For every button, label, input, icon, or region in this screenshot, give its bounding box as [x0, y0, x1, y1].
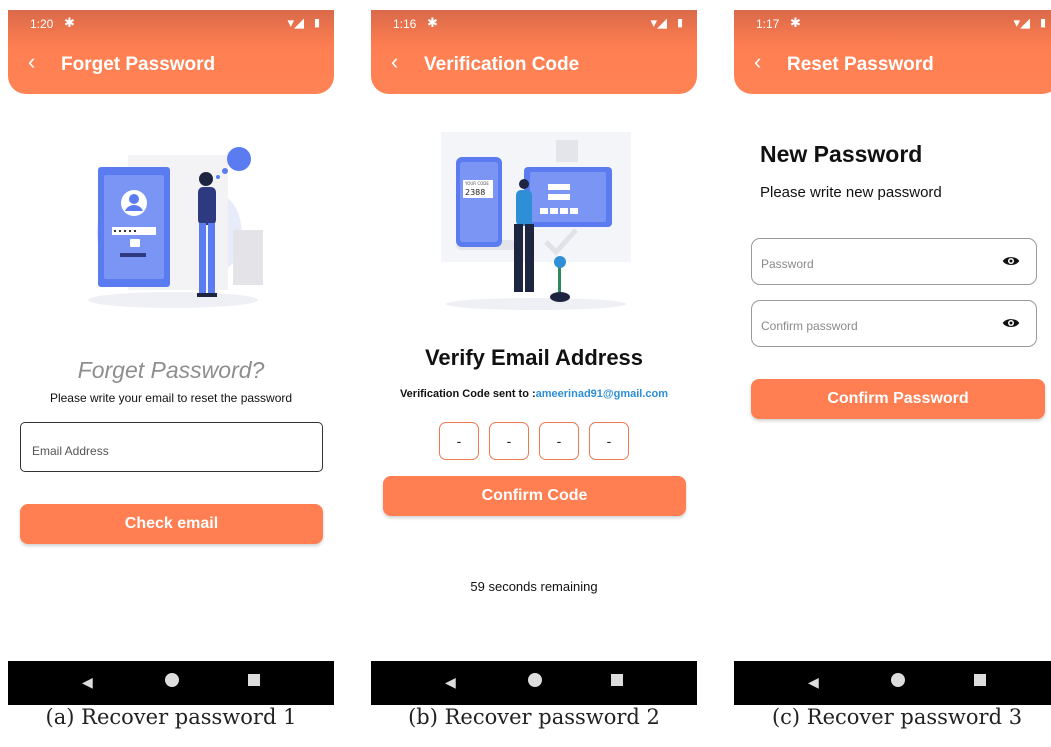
code-digit-2[interactable]: - [489, 422, 529, 460]
nav-recents-icon[interactable] [974, 674, 986, 686]
sent-to-email: ameerinad91@gmail.com [535, 388, 669, 400]
screen-forget-password: 1:20 ✱ ▾◢ ▮ ‹ Forget Password Forget Pas… [8, 10, 334, 705]
eye-icon[interactable] [1002, 316, 1020, 330]
instruction-text: Please write your email to reset the pas… [49, 391, 293, 405]
nav-back-icon[interactable]: ◀ [82, 674, 93, 691]
nav-back-icon[interactable]: ◀ [445, 674, 456, 691]
forget-password-illustration [88, 147, 263, 308]
back-arrow-icon[interactable]: ‹ [754, 51, 761, 73]
code-digit-1[interactable]: - [439, 422, 479, 460]
gear-icon: ✱ [790, 15, 801, 30]
status-time: 1:20 [30, 17, 54, 31]
code-digit-3[interactable]: - [539, 422, 579, 460]
caption-c: (c) Recover password 3 [771, 705, 1023, 729]
email-placeholder: Email Address [32, 444, 109, 458]
android-nav-bar: ◀ [734, 661, 1051, 705]
check-email-button[interactable]: Check email [20, 504, 323, 544]
status-bar: 1:16 ✱ ▾◢ ▮ [371, 10, 697, 36]
email-field[interactable]: Email Address [20, 422, 323, 472]
gear-icon: ✱ [427, 15, 438, 30]
battery-icon: ▮ [313, 17, 320, 29]
battery-icon: ▮ [1039, 17, 1046, 29]
screen-reset-password: 1:17 ✱ ▾◢ ▮ ‹ Reset Password New Passwor… [734, 10, 1051, 705]
back-arrow-icon[interactable]: ‹ [391, 51, 398, 73]
status-bar: 1:17 ✱ ▾◢ ▮ [734, 10, 1051, 36]
wifi-signal-icon: ▾◢ [650, 15, 667, 30]
header-title: Reset Password [787, 54, 934, 75]
app-header: 1:20 ✱ ▾◢ ▮ ‹ Forget Password [8, 10, 334, 94]
confirm-password-button[interactable]: Confirm Password [751, 379, 1045, 419]
caption-a: (a) Recover password 1 [45, 705, 297, 729]
caption-b: (b) Recover password 2 [408, 705, 660, 729]
nav-home-icon[interactable] [165, 673, 179, 687]
status-time: 1:17 [756, 17, 780, 31]
verification-sent-text: Verification Code sent to :ameerinad91@g… [371, 388, 697, 400]
question-title: Forget Password? [77, 357, 265, 383]
nav-home-icon[interactable] [891, 673, 905, 687]
app-header: 1:16 ✱ ▾◢ ▮ ‹ Verification Code [371, 10, 697, 94]
status-time: 1:16 [393, 17, 417, 31]
wifi-signal-icon: ▾◢ [287, 15, 304, 30]
gear-icon: ✱ [64, 15, 75, 30]
app-header: 1:17 ✱ ▾◢ ▮ ‹ Reset Password [734, 10, 1051, 94]
android-nav-bar: ◀ [371, 661, 697, 705]
countdown-timer: 59 seconds remaining [470, 579, 598, 594]
wifi-signal-icon: ▾◢ [1013, 15, 1030, 30]
new-password-title: New Password [760, 141, 923, 167]
screen-verification-code: 1:16 ✱ ▾◢ ▮ ‹ Verification Code YOUR COD… [371, 10, 697, 705]
illustration-code-label: YOUR CODE [464, 181, 489, 186]
password-placeholder: Password [761, 257, 814, 271]
status-bar: 1:20 ✱ ▾◢ ▮ [8, 10, 334, 36]
battery-icon: ▮ [676, 17, 683, 29]
confirm-password-field[interactable]: Confirm password [751, 300, 1037, 347]
nav-recents-icon[interactable] [248, 674, 260, 686]
new-password-subtitle: Please write new password [760, 184, 942, 201]
back-arrow-icon[interactable]: ‹ [28, 51, 35, 73]
nav-home-icon[interactable] [528, 673, 542, 687]
header-title: Forget Password [61, 54, 216, 75]
eye-icon[interactable] [1002, 254, 1020, 268]
illustration-code: 2388 [465, 188, 485, 197]
verify-title: Verify Email Address [424, 345, 644, 370]
confirm-password-placeholder: Confirm password [761, 319, 858, 333]
sent-to-label: Verification Code sent to : [399, 388, 536, 400]
confirm-code-button[interactable]: Confirm Code [383, 476, 686, 516]
nav-back-icon[interactable]: ◀ [808, 674, 819, 691]
password-field[interactable]: Password [751, 238, 1037, 285]
android-nav-bar: ◀ [8, 661, 334, 705]
nav-recents-icon[interactable] [611, 674, 623, 686]
verify-email-illustration: YOUR CODE 2388 [441, 132, 631, 310]
header-title: Verification Code [424, 54, 580, 75]
code-digit-4[interactable]: - [589, 422, 629, 460]
